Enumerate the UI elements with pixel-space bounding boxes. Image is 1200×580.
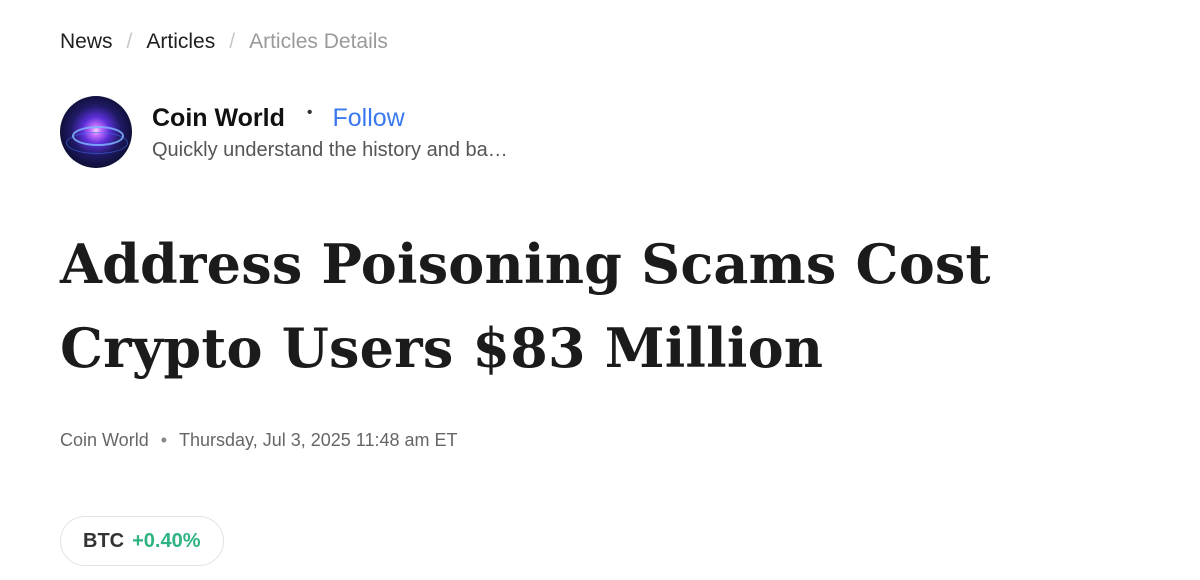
- breadcrumb-current: Articles Details: [249, 30, 388, 53]
- author-dot-separator: •: [306, 103, 313, 121]
- article-title: Address Poisoning Scams Cost Crypto User…: [60, 232, 991, 380]
- avatar-ring-inner: [72, 126, 124, 146]
- breadcrumb-articles-link[interactable]: Articles: [146, 28, 215, 56]
- author-header: Coin World • Follow: [152, 103, 508, 135]
- author-description: Quickly understand the history and ba…: [152, 138, 508, 161]
- author-info: Coin World • Follow Quickly understand t…: [152, 103, 508, 162]
- breadcrumb: News / Articles / Articles Details: [60, 28, 388, 56]
- article-date: Thursday, Jul 3, 2025 11:48 am ET: [179, 430, 458, 450]
- article-source: Coin World: [60, 430, 149, 450]
- breadcrumb-news-link[interactable]: News: [60, 28, 113, 56]
- author-card: Coin World • Follow Quickly understand t…: [60, 96, 508, 168]
- ticker-symbol: BTC: [83, 529, 125, 552]
- meta-dot-separator: •: [160, 430, 168, 450]
- breadcrumb-separator: /: [126, 30, 133, 53]
- breadcrumb-separator: /: [229, 30, 236, 53]
- ticker-change: +0.40%: [132, 529, 201, 552]
- author-name[interactable]: Coin World: [152, 104, 285, 133]
- article-meta: Coin World • Thursday, Jul 3, 2025 11:48…: [60, 430, 458, 451]
- ticker-badge-btc[interactable]: BTC +0.40%: [60, 516, 224, 566]
- avatar[interactable]: [60, 96, 132, 168]
- follow-button[interactable]: Follow: [332, 104, 404, 133]
